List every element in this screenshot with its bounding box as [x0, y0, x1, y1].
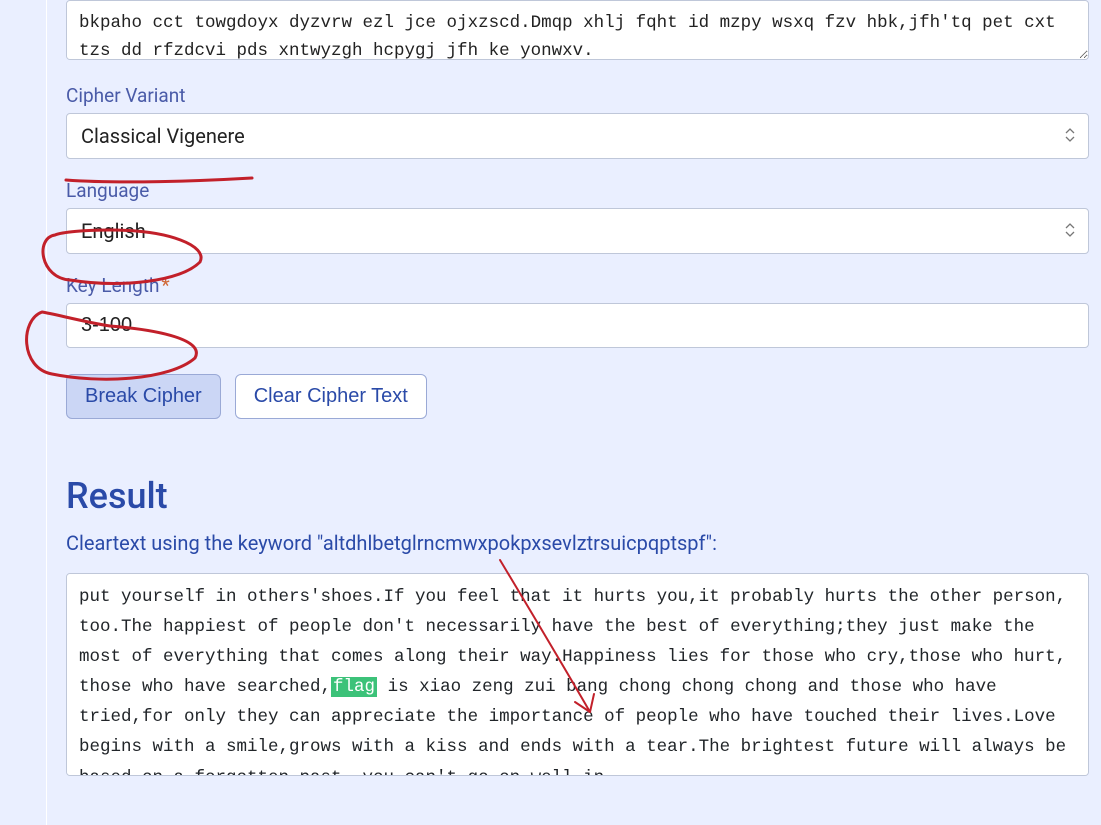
cleartext-suffix: ":: [706, 531, 717, 555]
key-length-label: Key Length*: [66, 274, 1089, 297]
break-cipher-button[interactable]: Break Cipher: [66, 374, 221, 419]
form-panel: bkpaho cct towgdoyx dyzvrw ezl jce ojxzs…: [0, 0, 1101, 776]
language-select-wrap: English: [66, 208, 1089, 254]
cleartext-prefix: Cleartext using the keyword ": [66, 531, 323, 555]
key-length-label-text: Key Length: [66, 274, 160, 297]
key-length-input[interactable]: [66, 303, 1089, 348]
clear-cipher-button[interactable]: Clear Cipher Text: [235, 374, 427, 419]
cleartext-keyword-line: Cleartext using the keyword "altdhlbetgl…: [66, 531, 1089, 555]
cleartext-keyword: altdhlbetglrncmwxpokpxsevlztrsuicpqptspf: [323, 531, 706, 555]
required-indicator: *: [162, 274, 170, 297]
result-textarea[interactable]: put yourself in others'shoes.If you feel…: [66, 573, 1089, 776]
language-select[interactable]: English: [66, 208, 1089, 254]
button-row: Break Cipher Clear Cipher Text: [66, 374, 1089, 419]
cipher-variant-select-wrap: Classical Vigenere: [66, 113, 1089, 159]
result-heading: Result: [66, 475, 1089, 517]
left-border-line: [46, 0, 47, 825]
cipher-variant-label: Cipher Variant: [66, 84, 1089, 107]
language-label: Language: [66, 179, 1089, 202]
cipher-text-input[interactable]: bkpaho cct towgdoyx dyzvrw ezl jce ojxzs…: [66, 0, 1089, 60]
flag-highlight: flag: [331, 677, 377, 697]
cipher-text-wrap: bkpaho cct towgdoyx dyzvrw ezl jce ojxzs…: [66, 0, 1089, 64]
cipher-variant-select[interactable]: Classical Vigenere: [66, 113, 1089, 159]
